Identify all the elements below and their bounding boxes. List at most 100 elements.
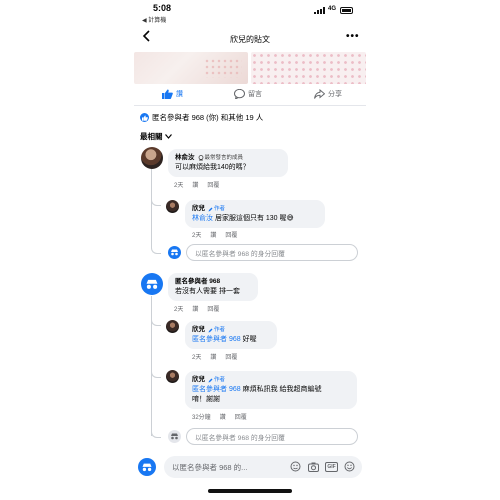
- reply-author-row: 欣兒 作者: [192, 325, 270, 335]
- sort-label: 最相關: [140, 132, 163, 141]
- pencil-icon: [208, 378, 213, 382]
- reply-body: 居家服這個只有 130 喔😅: [213, 215, 294, 222]
- reply-reply-link[interactable]: 回覆: [235, 412, 247, 421]
- home-indicator[interactable]: [208, 489, 292, 493]
- status-bar: 5:08 ◀ 計算機 4G: [134, 0, 366, 26]
- reply-reply-link[interactable]: 回覆: [225, 352, 237, 361]
- comment-like-link[interactable]: 讚: [192, 180, 198, 189]
- chevron-down-icon: [164, 134, 172, 139]
- reply-time: 32分鐘: [192, 415, 211, 421]
- avatar[interactable]: [141, 273, 163, 295]
- comment-input-placeholder: 以匿名參與者 968 的...: [172, 463, 248, 472]
- reply-text: 匿名參與者 968 好喔: [192, 335, 270, 345]
- like-reaction-icon: [140, 113, 149, 122]
- thread-curve: [151, 428, 161, 438]
- comment-author-row: 林俞汝 最常發言的成員: [175, 153, 281, 163]
- reply-like-link[interactable]: 讚: [220, 412, 226, 421]
- comment-text: 若沒有人需要 排一套: [175, 288, 240, 295]
- avatar: [138, 458, 156, 476]
- reply-time: 2天: [192, 355, 202, 361]
- status-time: 5:08: [153, 3, 172, 13]
- comment-time: 2天: [174, 307, 184, 313]
- thread-line: [151, 168, 152, 248]
- reply-bubble: 欣兒 作者 匿名參與者 968 麻煩私訊我 給我超商編號 唷！謝謝: [185, 371, 357, 409]
- emoji-icon[interactable]: [343, 460, 356, 473]
- avatar: [168, 246, 181, 259]
- sort-dropdown[interactable]: 最相關: [140, 131, 172, 142]
- anonymous-icon: [171, 249, 178, 256]
- network-type: 4G: [328, 6, 337, 12]
- share-button[interactable]: 分享: [314, 89, 342, 99]
- mention-link[interactable]: 林俞汝: [192, 215, 213, 222]
- reply-author[interactable]: 欣兒: [192, 325, 205, 335]
- reply-like-link[interactable]: 讚: [210, 230, 216, 239]
- post-header: 欣兒的貼文 •••: [134, 30, 366, 50]
- avatar[interactable]: [141, 147, 163, 169]
- post-photo-1[interactable]: [134, 52, 248, 84]
- reply-input[interactable]: 以匿名參與者 968 的身分回覆: [186, 244, 358, 261]
- like-button[interactable]: 讚: [162, 89, 183, 99]
- comment-bubble: 林俞汝 最常發言的成員 可以麻煩給我140的嗎？: [168, 149, 288, 177]
- comment-reply-link[interactable]: 回覆: [207, 180, 219, 189]
- like-label: 讚: [176, 91, 183, 98]
- author-badge-label: 作者: [214, 377, 226, 383]
- thumbs-up-icon: [162, 89, 173, 99]
- signal-icon: [314, 7, 326, 14]
- mention-link[interactable]: 匿名參與者 968: [192, 386, 241, 393]
- camera-icon[interactable]: [307, 460, 320, 473]
- comment-input[interactable]: 以匿名參與者 968 的... GIF: [164, 456, 362, 478]
- pencil-icon: [208, 328, 213, 332]
- comment-composer: 以匿名參與者 968 的... GIF: [138, 456, 362, 478]
- comment-author-row: 匿名參與者 968: [175, 277, 251, 287]
- avatar[interactable]: [166, 320, 179, 333]
- reply-reply-link[interactable]: 回覆: [225, 230, 237, 239]
- comment-button[interactable]: 留言: [234, 89, 262, 99]
- author-badge-label: 作者: [214, 327, 226, 333]
- comment-author[interactable]: 林俞汝: [175, 153, 195, 163]
- reply-time: 2天: [192, 233, 202, 239]
- thread-curve: [151, 316, 161, 326]
- thread-curve: [151, 244, 161, 254]
- mention-link[interactable]: 匿名參與者 968: [192, 336, 241, 343]
- post-photos: [134, 52, 366, 84]
- top-contributor-badge: 最常發言的成員: [198, 153, 244, 163]
- avatar[interactable]: [166, 200, 179, 213]
- post-action-bar: 讚 留言 分享: [134, 86, 366, 106]
- comment-author[interactable]: 匿名參與者 968: [175, 277, 220, 287]
- comment-time: 2天: [174, 183, 184, 189]
- comment-reply-link[interactable]: 回覆: [207, 304, 219, 313]
- more-dots-icon[interactable]: •••: [346, 31, 360, 42]
- phone-screen: 5:08 ◀ 計算機 4G 欣兒的貼文 ••• 讚 留言 分享 匿名參與者 96…: [134, 0, 366, 500]
- avatar[interactable]: [166, 370, 179, 383]
- reply-meta: 2天 讚 回覆: [192, 230, 237, 239]
- reply-text: 匿名參與者 968 麻煩私訊我 給我超商編號: [192, 385, 350, 395]
- pencil-icon: [208, 207, 213, 211]
- badge-label: 最常發言的成員: [204, 155, 244, 161]
- comment-like-link[interactable]: 讚: [192, 304, 198, 313]
- share-label: 分享: [328, 91, 342, 98]
- reply-body-line1: 麻煩私訊我 給我超商編號: [240, 386, 322, 393]
- reply-body: 好喔: [240, 336, 257, 343]
- comment-bubble-icon: [234, 89, 245, 99]
- composer-tools: GIF: [289, 460, 356, 473]
- reply-bubble: 欣兒 作者 林俞汝 居家服這個只有 130 喔😅: [185, 200, 325, 228]
- sticker-icon[interactable]: [289, 460, 302, 473]
- reply-author[interactable]: 欣兒: [192, 375, 205, 385]
- anonymous-icon: [146, 279, 158, 289]
- reply-input[interactable]: 以匿名參與者 968 的身分回覆: [186, 428, 358, 445]
- post-photo-2[interactable]: [251, 52, 366, 84]
- comment-meta: 2天 讚 回覆: [174, 304, 219, 313]
- reply-bubble: 欣兒 作者 匿名參與者 968 好喔: [185, 321, 277, 349]
- comment-label: 留言: [248, 91, 262, 98]
- author-badge: 作者: [208, 204, 225, 214]
- reply-like-link[interactable]: 讚: [210, 352, 216, 361]
- reply-author[interactable]: 欣兒: [192, 204, 205, 214]
- comment-meta: 2天 讚 回覆: [174, 180, 219, 189]
- author-badge-label: 作者: [214, 206, 226, 212]
- reactions-summary[interactable]: 匿名參與者 968 (你) 和其他 19 人: [140, 112, 263, 123]
- battery-icon: [340, 7, 353, 14]
- reply-author-row: 欣兒 作者: [192, 204, 318, 214]
- back-to-app-link[interactable]: ◀ 計算機: [142, 15, 166, 24]
- gif-icon[interactable]: GIF: [325, 460, 338, 473]
- share-arrow-icon: [314, 89, 325, 99]
